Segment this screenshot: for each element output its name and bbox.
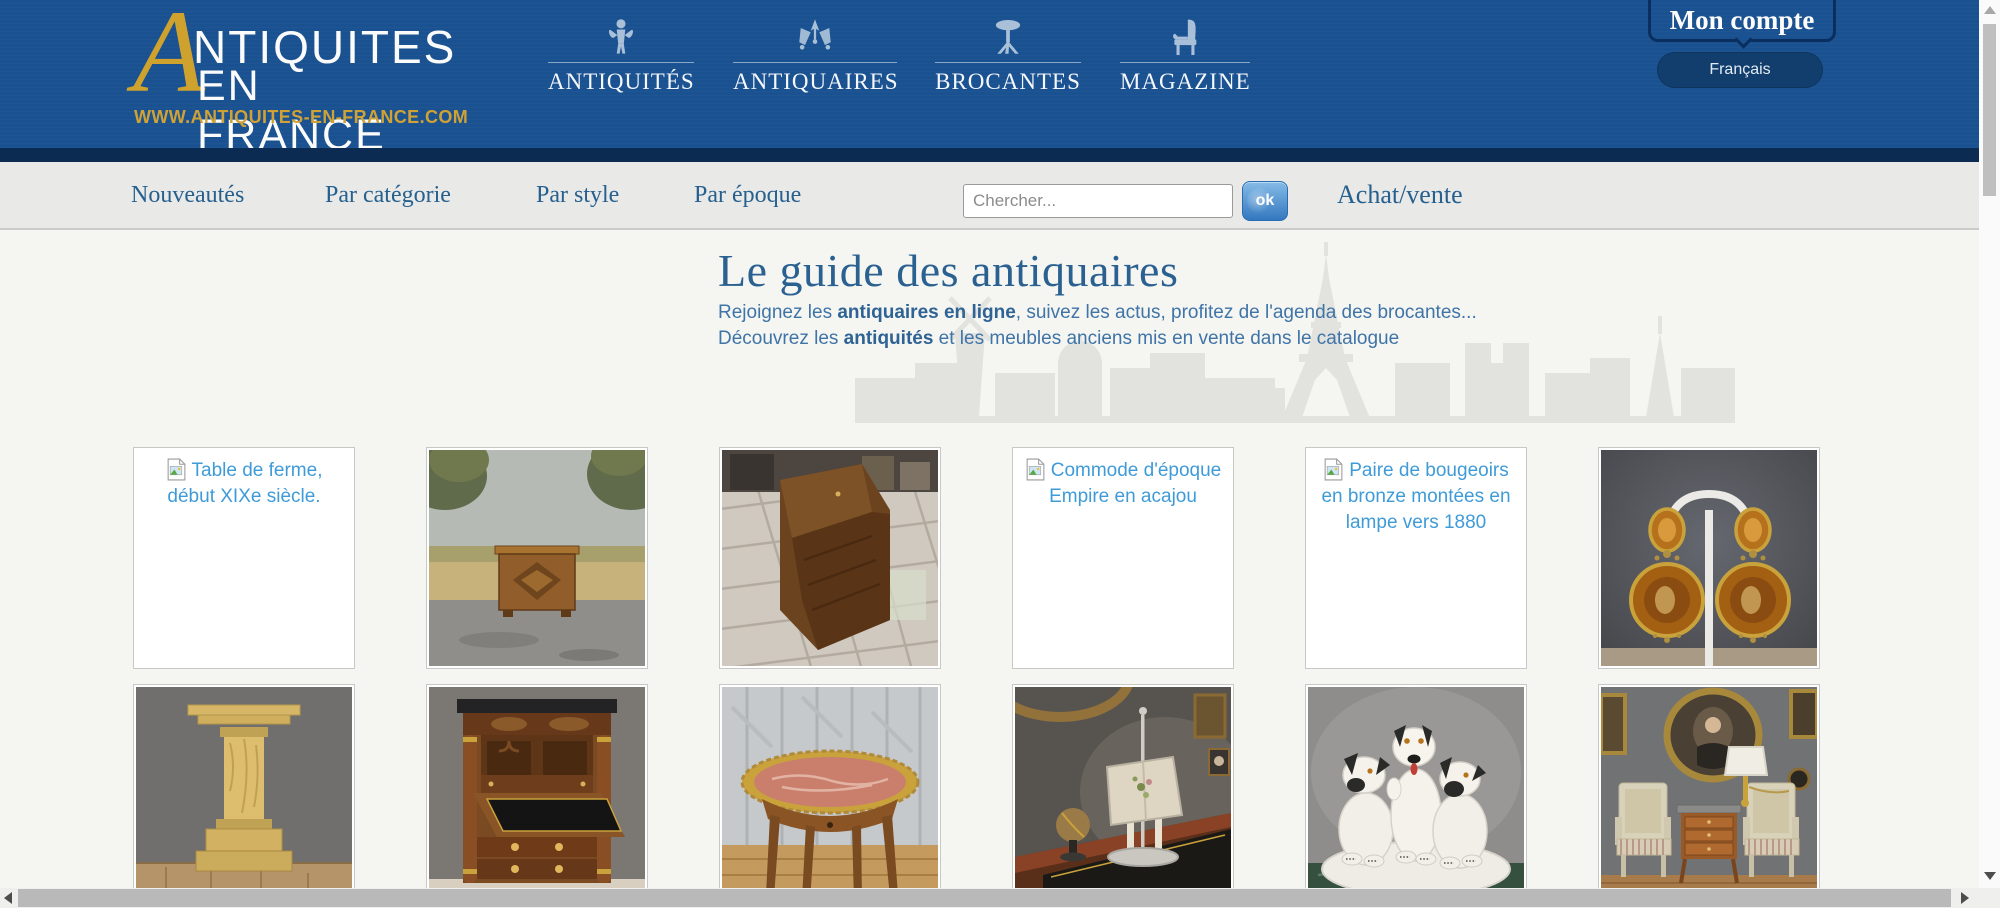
account-ribbon[interactable]: Mon compte (1648, 0, 1836, 42)
product-photo (136, 687, 352, 903)
product-photo (429, 687, 645, 903)
product-grid: Table de ferme, début XIXe siècle. (133, 447, 1820, 906)
nav-underline (733, 62, 897, 63)
nav-label: BROCANTES (935, 69, 1081, 95)
product-card-bougeoirs-lampe[interactable]: Paire de bougeoirs en bronze montées en … (1305, 447, 1527, 669)
main-content: Le guide des antiquaires Rejoignez les a… (0, 230, 1979, 908)
vertical-scrollbar[interactable] (1979, 0, 2000, 888)
product-card-photo-marquetry-chest[interactable] (426, 447, 648, 669)
sconce-icon (733, 18, 897, 60)
nav-item-magazine[interactable]: MAGAZINE (1120, 18, 1250, 95)
vertical-scrollbar-thumb[interactable] (1983, 24, 1996, 196)
intro-text: Rejoignez les antiquaires en ligne, suiv… (718, 300, 1477, 352)
missing-image-alt: Paire de bougeoirs en bronze montées en … (1321, 460, 1510, 533)
pedestal-table-icon (935, 18, 1081, 60)
nav-label: ANTIQUITÉS (548, 69, 694, 95)
product-card-commode-empire[interactable]: Commode d'époque Empire en acajou (1012, 447, 1234, 669)
nav-label: ANTIQUAIRES (733, 69, 897, 95)
scroll-right-arrow-icon[interactable] (1961, 892, 1969, 904)
nav-underline (935, 62, 1081, 63)
account-label: Mon compte (1670, 5, 1815, 36)
site-header: A NTIQUITES EN FRANCE WWW.ANTIQUITES-EN-… (0, 0, 1979, 148)
product-photo (722, 687, 938, 903)
nav-item-antiquaires[interactable]: ANTIQUAIRES (733, 18, 897, 95)
scroll-up-arrow-icon[interactable] (1984, 6, 1996, 14)
search-input[interactable] (963, 184, 1233, 218)
product-photo (429, 450, 645, 666)
product-photo (1601, 450, 1817, 666)
cherub-icon (548, 18, 694, 60)
product-card-photo-porcelain-dogs[interactable] (1305, 684, 1527, 906)
scroll-down-arrow-icon[interactable] (1984, 872, 1996, 880)
header-bottom-strip (0, 148, 1979, 162)
subnav-par-style[interactable]: Par style (536, 162, 619, 228)
subnav-par-categorie[interactable]: Par catégorie (325, 162, 451, 228)
subnav-nouveautes[interactable]: Nouveautés (131, 162, 244, 228)
product-card-photo-slant-front-bureau[interactable] (719, 447, 941, 669)
missing-image-alt: Commode d'époque Empire en acajou (1049, 460, 1221, 507)
subnav-achat-vente[interactable]: Achat/vente (1337, 162, 1463, 228)
page-title: Le guide des antiquaires (718, 244, 1178, 297)
product-photo (1015, 687, 1231, 903)
product-card-table-de-ferme[interactable]: Table de ferme, début XIXe siècle. (133, 447, 355, 669)
scroll-left-arrow-icon[interactable] (4, 892, 12, 904)
product-photo (722, 450, 938, 666)
product-card-photo-bouillotte-table[interactable] (719, 684, 941, 906)
nav-item-antiquites[interactable]: ANTIQUITÉS (548, 18, 694, 95)
search-ok-button[interactable]: ok (1242, 181, 1288, 221)
horizontal-scrollbar-thumb[interactable] (18, 889, 1951, 907)
nav-label: MAGAZINE (1120, 69, 1250, 95)
product-card-photo-secretaire[interactable] (426, 684, 648, 906)
broken-image-icon (1025, 458, 1046, 481)
language-button[interactable]: Français (1657, 52, 1823, 88)
nav-underline (548, 62, 694, 63)
product-card-photo-desk-lamp-globe[interactable] (1012, 684, 1234, 906)
page: A NTIQUITES EN FRANCE WWW.ANTIQUITES-EN-… (0, 0, 2000, 908)
broken-image-icon (166, 458, 187, 481)
product-card-photo-salon-commode[interactable] (1598, 684, 1820, 906)
broken-image-icon (1323, 458, 1344, 481)
product-photo (1601, 687, 1817, 903)
missing-image-alt: Table de ferme, début XIXe siècle. (167, 460, 322, 507)
product-card-photo-cameo-earrings[interactable] (1598, 447, 1820, 669)
nav-item-brocantes[interactable]: BROCANTES (935, 18, 1081, 95)
armchair-icon (1120, 18, 1250, 60)
subnav-par-epoque[interactable]: Par époque (694, 162, 801, 228)
nav-underline (1120, 62, 1250, 63)
logo-url: WWW.ANTIQUITES-EN-FRANCE.COM (134, 107, 468, 128)
horizontal-scrollbar[interactable] (0, 888, 2000, 908)
site-logo[interactable]: A NTIQUITES EN FRANCE WWW.ANTIQUITES-EN-… (133, 0, 439, 140)
product-card-photo-marble-column[interactable] (133, 684, 355, 906)
product-photo (1308, 687, 1524, 903)
